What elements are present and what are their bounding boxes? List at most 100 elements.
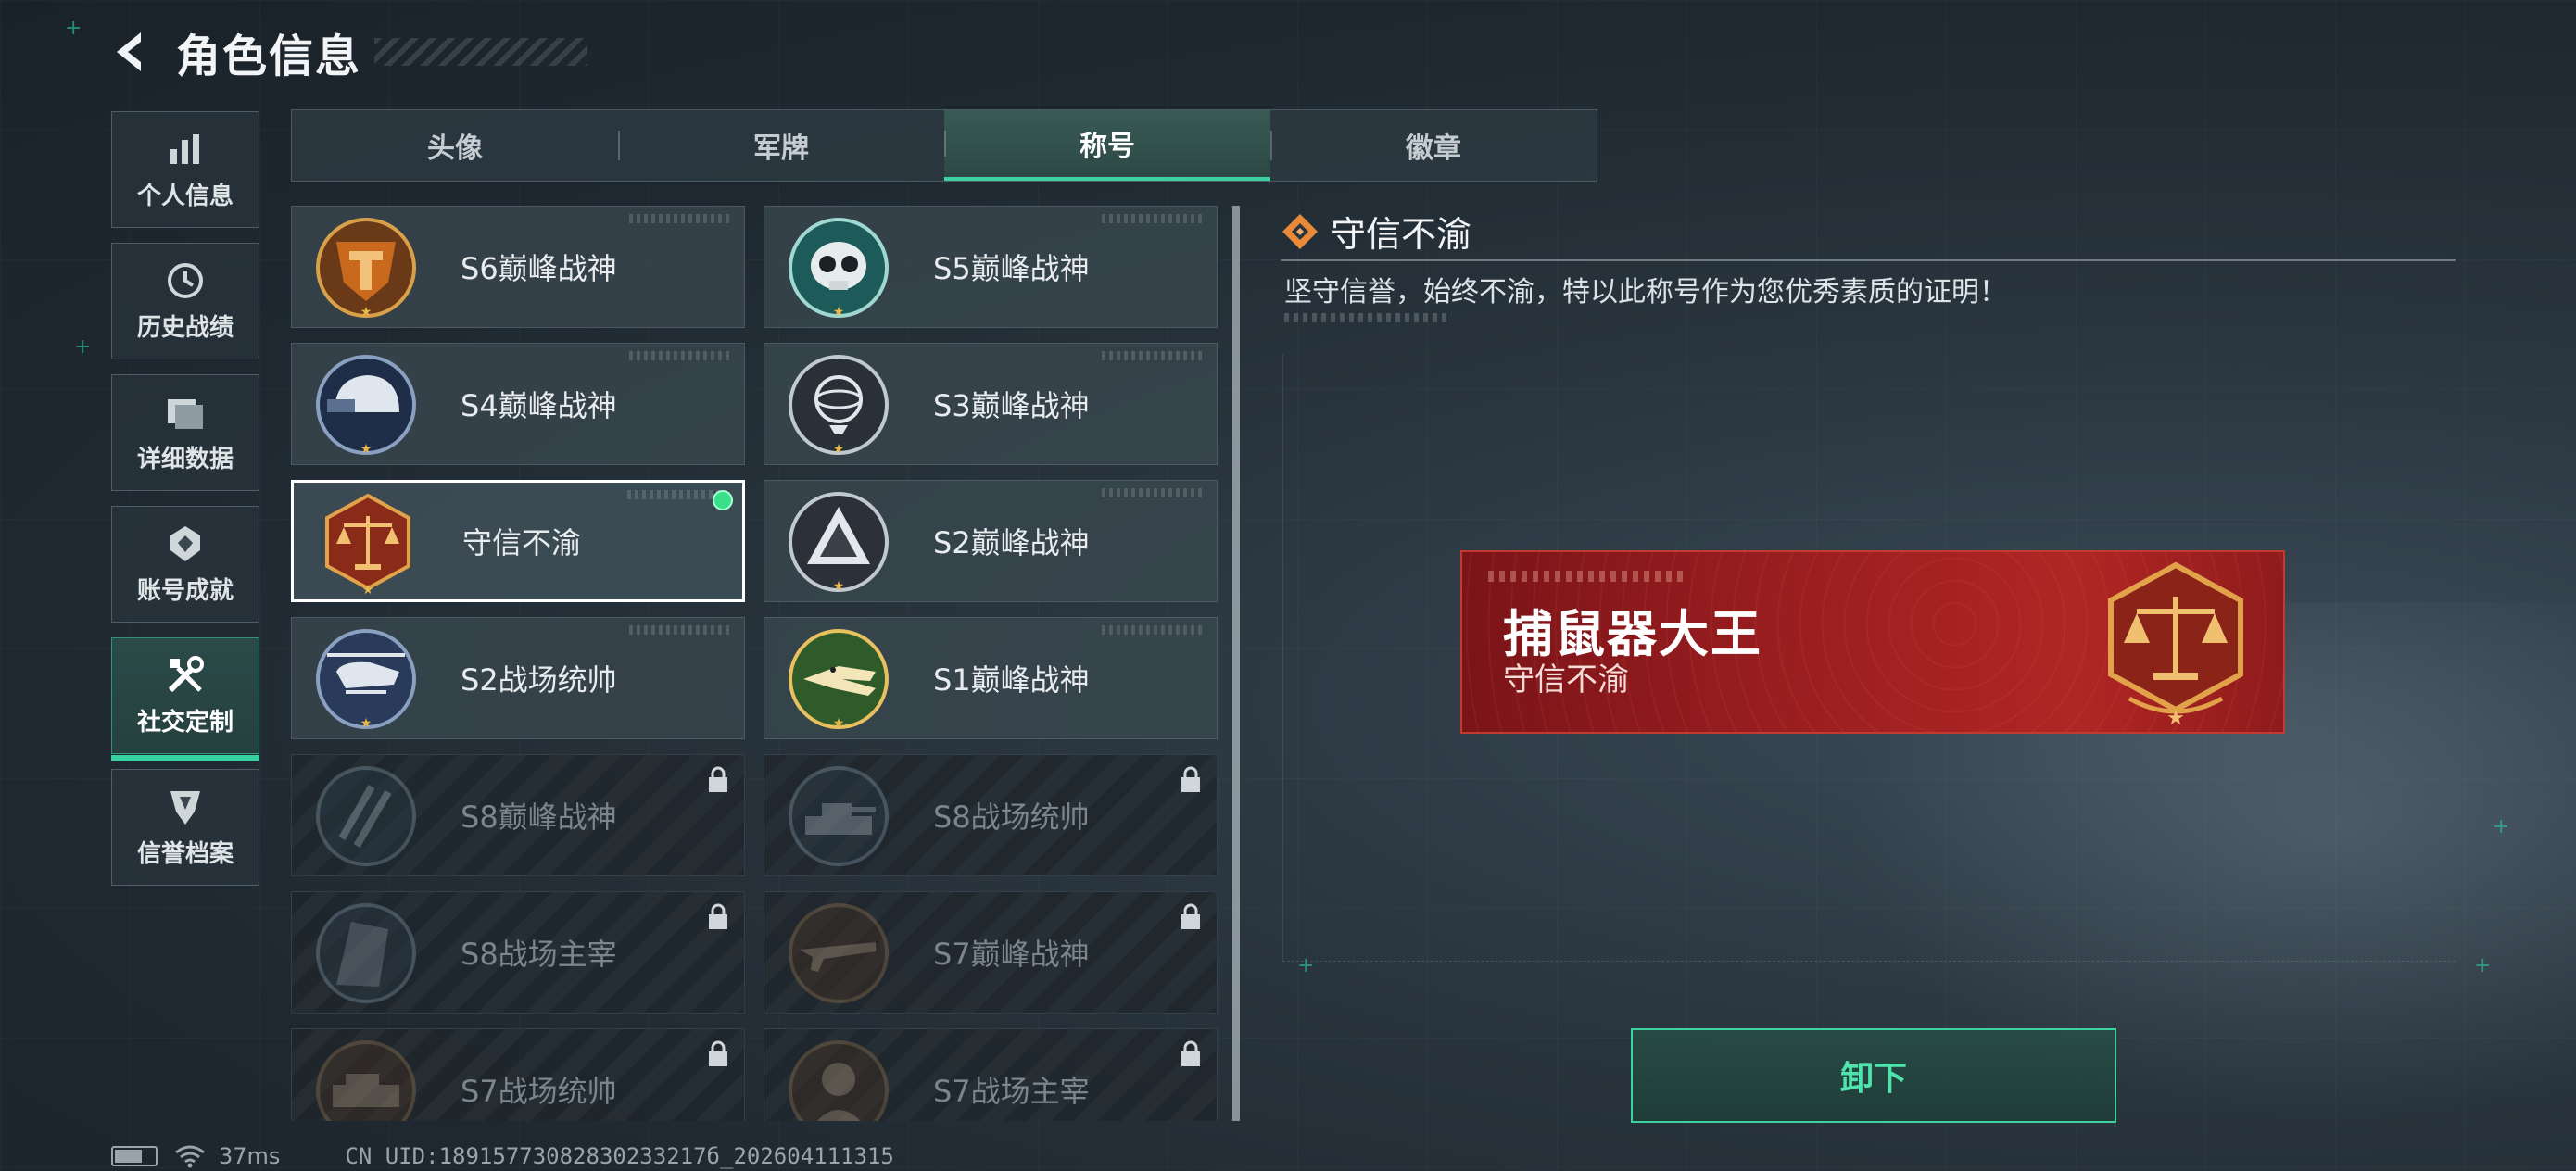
slash-emblem [316, 766, 416, 866]
title-name: S1巅峰战神 [933, 662, 1090, 698]
category-tabs: 头像 军牌 称号 徽章 [291, 109, 1597, 182]
scales-emblem: ★ [2108, 561, 2243, 728]
title-card-s8-peak[interactable]: S8巅峰战神 [291, 754, 745, 876]
title-name: S2巅峰战神 [933, 525, 1090, 560]
tab-avatar[interactable]: 头像 [292, 110, 618, 181]
sidebar-item-label: 个人信息 [136, 182, 234, 210]
title-card-s8-commander[interactable]: S8战场统帅 [764, 754, 1218, 876]
helmet-emblem: ★ [316, 355, 416, 457]
title-name: 守信不渝 [462, 525, 582, 560]
reputation-icon [165, 787, 206, 827]
title-card-keep-faith[interactable]: ★ 守信不渝 [291, 480, 745, 602]
sidebar: 个人信息 历史战绩 详细数据 账号成就 社交定制 信誉档案 [111, 111, 259, 900]
sidebar-item-details[interactable]: 详细数据 [111, 374, 259, 491]
svg-text:★: ★ [360, 716, 373, 731]
sidebar-item-profile[interactable]: 个人信息 [111, 111, 259, 228]
wifi-icon [175, 1145, 205, 1168]
page-title: 角色信息 [176, 31, 362, 82]
tank-emblem [789, 766, 889, 866]
nameplate-preview: 捕鼠器大王 守信不渝 ★ [1460, 550, 2285, 734]
svg-text:★: ★ [360, 305, 373, 320]
svg-text:★: ★ [833, 579, 845, 594]
soldier-emblem [789, 1040, 889, 1121]
sidebar-item-label: 账号成就 [136, 576, 234, 605]
tab-dogtag[interactable]: 军牌 [618, 110, 944, 181]
svg-text:★: ★ [360, 442, 373, 457]
status-bar: 37ms CN UID:18915773082830233217б_202604… [111, 1143, 894, 1169]
tab-badge[interactable]: 徽章 [1270, 110, 1597, 181]
title-list[interactable]: ★ S6巅峰战神 ★ S5巅峰战神 ★ S4巅峰战神 ★ S3巅峰战神 ★ 守信… [291, 206, 1223, 1121]
lock-icon [709, 1040, 727, 1066]
title-card-s2-peak[interactable]: ★ S2巅峰战神 [764, 480, 1218, 602]
card-decoration [1102, 351, 1204, 360]
folder-icon [165, 392, 206, 433]
title-card-s7-commander[interactable]: S7战场统帅 [291, 1028, 745, 1121]
title-card-s3-peak[interactable]: ★ S3巅峰战神 [764, 343, 1218, 465]
sidebar-item-label: 社交定制 [136, 708, 234, 737]
diamond-icon [1282, 213, 1318, 249]
title-card-s4-peak[interactable]: ★ S4巅峰战神 [291, 343, 745, 465]
sidebar-item-reputation[interactable]: 信誉档案 [111, 769, 259, 886]
detail-description: 坚守信誉，始终不渝，特以此称号作为您优秀素质的证明！ [1284, 276, 2007, 308]
card-decoration [629, 214, 731, 223]
title-card-s1-peak[interactable]: ★ S1巅峰战神 [764, 617, 1218, 739]
lock-icon [709, 766, 727, 792]
title-list-scrollbar[interactable] [1232, 206, 1240, 1121]
scales-emblem: ★ [325, 493, 410, 596]
lock-icon [1181, 766, 1200, 792]
card-decoration [1102, 214, 1204, 223]
vehicle-emblem [316, 1040, 416, 1121]
scrollbar-thumb[interactable] [1232, 206, 1240, 1121]
card-decoration [629, 625, 731, 635]
card-decoration [629, 351, 731, 360]
svg-text:★: ★ [833, 442, 845, 457]
achievement-icon [165, 523, 206, 564]
svg-text:★: ★ [362, 583, 374, 596]
sidebar-item-history[interactable]: 历史战绩 [111, 243, 259, 359]
globe-emblem: ★ [789, 355, 889, 457]
title-name: S8巅峰战神 [461, 800, 617, 835]
bar-chart-icon [165, 129, 206, 170]
sidebar-item-label: 历史战绩 [136, 313, 234, 342]
svg-text:★: ★ [2166, 707, 2185, 728]
detail-divider [1281, 259, 2456, 261]
unequip-button[interactable]: 卸下 [1631, 1028, 2116, 1123]
rifle-emblem [789, 903, 889, 1003]
title-name: S2战场统帅 [461, 662, 617, 698]
latency-text: 37ms [219, 1143, 281, 1169]
title-name: S7战场主宰 [933, 1074, 1090, 1109]
sidebar-item-label: 信誉档案 [136, 839, 234, 868]
card-decoration [1102, 625, 1204, 635]
title-name: S3巅峰战神 [933, 388, 1090, 423]
title-name: S7巅峰战神 [933, 937, 1090, 972]
title-name: S8战场统帅 [933, 800, 1090, 835]
lock-icon [709, 903, 727, 929]
title-name: S5巅峰战神 [933, 251, 1090, 286]
battery-icon [111, 1146, 158, 1166]
lock-icon [1181, 1040, 1200, 1066]
title-card-s6-peak[interactable]: ★ S6巅峰战神 [291, 206, 745, 328]
history-icon [165, 260, 206, 301]
title-card-s2-commander[interactable]: ★ S2战场统帅 [291, 617, 745, 739]
lock-icon [1181, 903, 1200, 929]
sidebar-item-social[interactable]: 社交定制 [111, 637, 259, 761]
title-card-s8-dominator[interactable]: S8战场主宰 [291, 891, 745, 1014]
svg-text:★: ★ [833, 305, 845, 320]
title-card-s7-dominator[interactable]: S7战场主宰 [764, 1028, 1218, 1121]
uid-text: CN UID:18915773082830233217б_20260411131… [345, 1143, 894, 1169]
card-decoration [1102, 488, 1204, 497]
back-button[interactable] [104, 26, 156, 78]
orange-shield-emblem: ★ [316, 218, 416, 320]
skull-emblem: ★ [789, 218, 889, 320]
title-card-s7-peak[interactable]: S7巅峰战神 [764, 891, 1218, 1014]
helicopter-emblem: ★ [316, 629, 416, 731]
title-name: S6巅峰战神 [461, 251, 617, 286]
title-name: S4巅峰战神 [461, 388, 617, 423]
nameplate-code [1488, 571, 1683, 582]
sidebar-item-achievements[interactable]: 账号成就 [111, 506, 259, 623]
building-emblem [316, 903, 416, 1003]
tab-title[interactable]: 称号 [944, 110, 1270, 181]
nameplate-title: 守信不渝 [1503, 661, 1629, 699]
title-card-s5-peak[interactable]: ★ S5巅峰战神 [764, 206, 1218, 328]
page-header: 角色信息 [104, 22, 588, 82]
